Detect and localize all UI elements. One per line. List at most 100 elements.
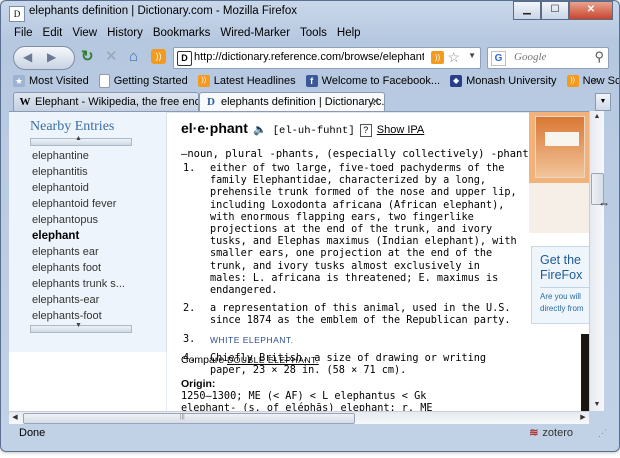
speaker-icon[interactable]: 🔈 (253, 123, 267, 136)
close-button[interactable]: ✕ (569, 1, 613, 20)
nearby-entry[interactable]: elephants trunk s... (32, 276, 125, 292)
bookmark-star-icon[interactable]: ☆ (447, 49, 460, 66)
close-tab-icon[interactable]: ✕ (371, 93, 380, 111)
bookmark-star-icon: ★ (13, 75, 25, 87)
menu-edit[interactable]: Edit (38, 27, 68, 43)
forward-arrow-icon[interactable]: ▶ (47, 50, 56, 64)
menu-help[interactable]: Help (332, 27, 366, 43)
scroll-right-arrow-icon[interactable]: ▶ (577, 412, 589, 424)
bookmark-most-visited[interactable]: ★ Most Visited (13, 75, 89, 87)
origin-text: 1250–1300; ME (< AF) < L elephantus < Gk… (181, 391, 433, 412)
vertical-scrollbar[interactable]: ▲ ▼ (589, 111, 604, 411)
maximize-button[interactable]: ☐ (541, 1, 569, 20)
back-forward-button[interactable]: ◀ ▶ (13, 46, 75, 70)
advertisement-column: Get the FireFox Are you will directly fr… (529, 112, 589, 412)
nearby-entry[interactable]: elephantoid fever (32, 196, 125, 212)
headword-line: el·e·phant 🔈 [el-uh-fuhnt] ? Show IPA (181, 120, 424, 137)
rss-icon: )) (566, 75, 579, 87)
headword: el·e·phant (181, 120, 248, 136)
definition-item: 1. either of two large, five-toed pachyde… (183, 163, 517, 297)
divider (166, 352, 167, 412)
definition-item: 3. WHITE ELEPHANT. (183, 333, 294, 345)
double-elephant-link[interactable]: DOUBLE ELEPHANT. (227, 355, 319, 365)
bookmark-latest-headlines[interactable]: )) Latest Headlines (197, 75, 296, 87)
zotero-button[interactable]: ≋ zotero (529, 426, 573, 439)
nearby-entries-title: Nearby Entries (30, 119, 115, 134)
menu-bookmarks[interactable]: Bookmarks (148, 27, 216, 43)
google-icon[interactable]: G (491, 51, 506, 66)
status-bar: Done ≋ zotero ⋰ (7, 424, 613, 442)
menu-history[interactable]: History (102, 27, 148, 43)
title-bar: D elephants definition | Dictionary.com … (1, 1, 619, 23)
bookmark-facebook[interactable]: f Welcome to Facebook... (305, 75, 440, 87)
window-title: elephants definition | Dictionary.com - … (29, 5, 298, 17)
url-dropdown-icon[interactable]: ▼ (468, 51, 476, 60)
scroll-down-arrow-icon[interactable]: ▼ (591, 399, 603, 411)
bookmark-monash[interactable]: ◆ Monash University (450, 75, 557, 87)
reload-icon[interactable]: ↻ (81, 49, 94, 65)
site-identity-icon[interactable]: D (177, 51, 192, 66)
part-of-speech-line: –noun, plural -phants, (especially colle… (181, 148, 573, 160)
scroll-up-arrow-icon[interactable]: ▲ (591, 111, 603, 123)
tab-dictionary[interactable]: Delephants definition | Dictionary.c... … (199, 92, 385, 111)
bookmark-getting-started[interactable]: Getting Started (98, 74, 188, 88)
menu-file[interactable]: File (9, 27, 38, 43)
nearby-scroll-up[interactable]: ▲ (30, 135, 132, 146)
resize-grip-icon[interactable]: ⋰ (598, 428, 607, 439)
horizontal-scroll-thumb[interactable] (23, 413, 355, 424)
nearby-entry[interactable]: elephantopus (32, 212, 125, 228)
menu-view[interactable]: View (67, 27, 102, 43)
search-icon[interactable]: ⚲ (594, 49, 604, 65)
search-box[interactable]: G ⚲ (487, 47, 609, 69)
nearby-entry[interactable]: elephantoid (32, 180, 125, 196)
address-bar[interactable]: D )) ☆ ▼ (173, 47, 481, 69)
definitions-list: 1. either of two large, five-toed pachyde… (181, 163, 521, 383)
horizontal-scrollbar[interactable]: ◀ ||| ▶ (9, 411, 589, 424)
nearby-entry-selected[interactable]: elephant (32, 228, 125, 244)
url-input[interactable] (194, 50, 424, 64)
home-icon[interactable]: ⌂ (129, 49, 138, 65)
status-text: Done (19, 427, 46, 439)
tab-wikipedia[interactable]: WElephant - Wikipedia, the free encyc... (13, 92, 199, 111)
ad-title: Get the FireFox (540, 253, 583, 282)
divider (167, 112, 529, 113)
window-controls: ▁ ☐ ✕ (513, 1, 613, 20)
nearby-scroll-down[interactable]: ▼ (30, 322, 132, 333)
nearby-entry[interactable]: elephantitis (32, 164, 125, 180)
menu-wired-marker[interactable]: Wired-Marker (215, 27, 295, 43)
nearby-entry[interactable]: elephants-ear (32, 292, 125, 308)
divider (540, 287, 589, 288)
nearby-entry[interactable]: elephants ear (32, 244, 125, 260)
nearby-entries-panel: Nearby Entries ▲ elephantine elephantiti… (9, 112, 167, 352)
chevron-up-icon: ▲ (75, 135, 82, 142)
search-input[interactable] (514, 50, 588, 64)
firefox-ad[interactable]: Get the FireFox Are you will directly fr… (531, 246, 589, 324)
show-ipa-link[interactable]: Show IPA (377, 124, 425, 136)
pronunciation: [el-uh-fuhnt] (272, 125, 355, 137)
nearby-entry[interactable]: elephantine (32, 148, 125, 164)
definition-text: either of two large, five-toed pachyderm… (210, 163, 517, 297)
definition-item: 2. a representation of this animal, used … (183, 303, 511, 327)
pronunciation-help-icon[interactable]: ? (359, 124, 372, 137)
feed-icon[interactable]: )) (431, 51, 444, 64)
tab-strip: WElephant - Wikipedia, the free encyc...… (7, 91, 613, 111)
stop-icon[interactable]: ✕ (105, 49, 118, 65)
minimize-button[interactable]: ▁ (513, 1, 541, 20)
scroll-left-arrow-icon[interactable]: ◀ (9, 412, 21, 424)
nearby-entries-list: elephantine elephantitis elephantoid ele… (32, 148, 125, 324)
tab-list-dropdown-icon[interactable]: ▼ (595, 93, 611, 111)
white-elephant-link[interactable]: WHITE ELEPHANT. (210, 335, 294, 345)
origin-label: Origin: (181, 378, 216, 390)
nearby-entry[interactable]: elephants foot (32, 260, 125, 276)
page-content: Nearby Entries ▲ elephantine elephantiti… (9, 111, 589, 412)
back-arrow-icon[interactable]: ◀ (23, 50, 32, 64)
rss-icon[interactable]: )) (151, 49, 166, 64)
bookmarks-overflow-icon[interactable]: » (593, 75, 599, 86)
definition-text: a representation of this animal, used in… (210, 303, 511, 327)
dictionary-favicon-icon: D (207, 96, 215, 108)
page-icon (98, 74, 110, 88)
menu-tools[interactable]: Tools (295, 27, 332, 43)
facebook-icon: f (305, 75, 318, 87)
ad-image[interactable] (529, 112, 589, 183)
chevron-down-icon: ▼ (75, 322, 82, 329)
